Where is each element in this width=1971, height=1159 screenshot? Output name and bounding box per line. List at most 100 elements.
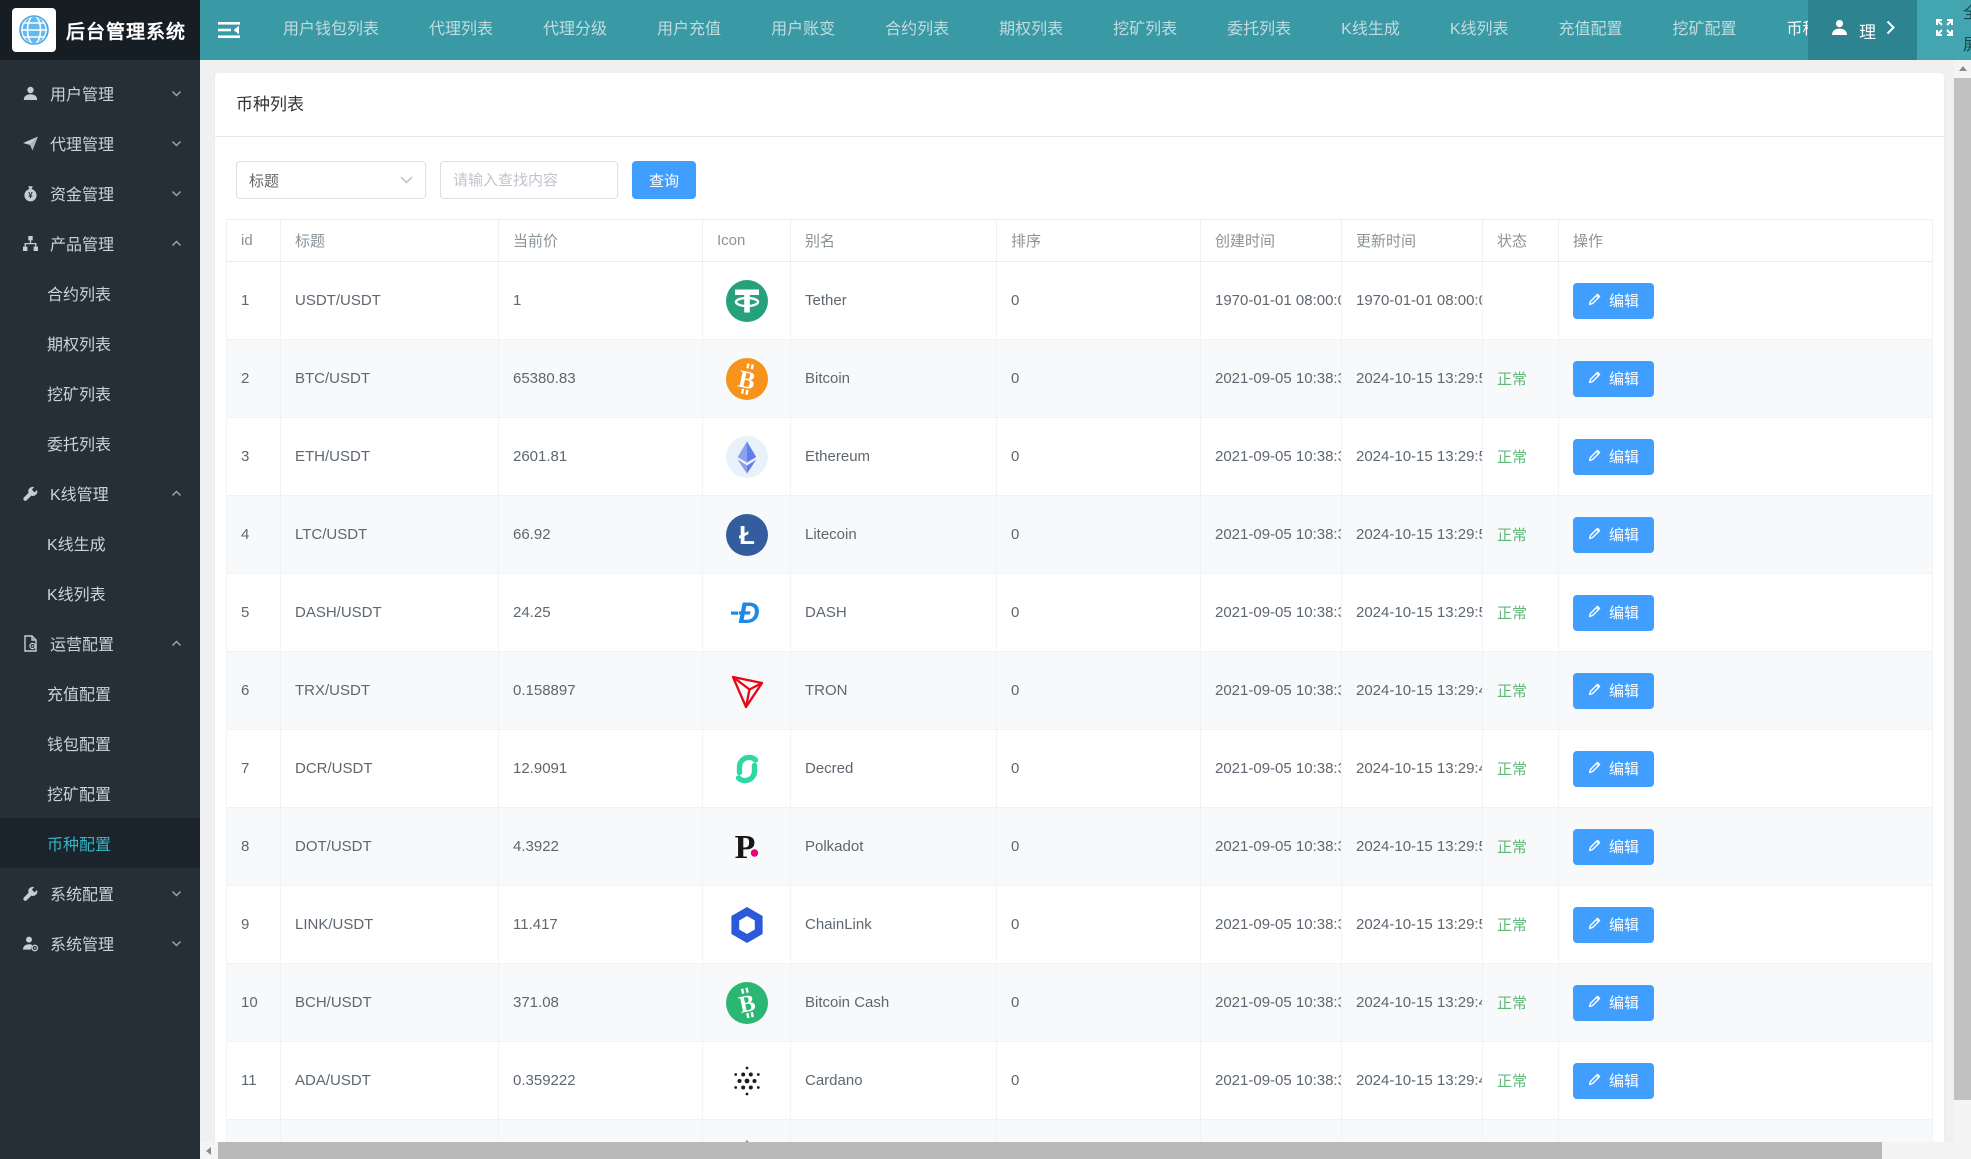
sidebar-subitem[interactable]: 委托列表 (0, 418, 200, 468)
top-tab[interactable]: 合约列表 (860, 0, 974, 60)
horizontal-scrollbar[interactable] (200, 1142, 1954, 1159)
edit-button[interactable]: 编辑 (1573, 828, 1655, 865)
polkadot-icon: P (725, 829, 769, 866)
sidebar-subitem-label: K线生成 (47, 537, 106, 554)
sidebar-item[interactable]: 系统配置 (0, 868, 200, 918)
sidebar-item[interactable]: 运营配置 (0, 618, 200, 668)
filter-field-select[interactable]: 标题 (236, 161, 426, 199)
sidebar-item[interactable]: 产品管理 (0, 218, 200, 268)
edit-button[interactable]: 编辑 (1573, 516, 1655, 553)
column-header: Icon (702, 219, 791, 262)
edit-button-label: 编辑 (1609, 293, 1640, 310)
sidebar-subitem[interactable]: 挖矿列表 (0, 368, 200, 418)
column-header: 创建时间 (1200, 219, 1342, 262)
pencil-icon (1588, 916, 1602, 934)
edit-button-label: 编辑 (1609, 761, 1640, 778)
cell-sort: 0 (996, 573, 1201, 652)
top-tab[interactable]: 代理分级 (518, 0, 632, 60)
top-tab[interactable]: 期权列表 (974, 0, 1088, 60)
edit-button[interactable]: 编辑 (1573, 594, 1655, 631)
column-header: id (226, 219, 281, 262)
sidebar-subitem-label: 委托列表 (47, 437, 112, 454)
search-button[interactable]: 查询 (632, 161, 697, 199)
sidebar-subitem[interactable]: 充值配置 (0, 668, 200, 718)
cell-updated: 2024-10-15 13:29:50 (1341, 495, 1483, 574)
edit-button[interactable]: 编辑 (1573, 282, 1655, 319)
horizontal-scrollbar-thumb[interactable] (218, 1142, 1882, 1159)
top-tab[interactable]: 币种配置× (1762, 0, 1808, 60)
sidebar-item[interactable]: K线管理 (0, 468, 200, 518)
edit-button[interactable]: 编辑 (1573, 906, 1655, 943)
page-title: 币种列表 (215, 73, 1944, 137)
edit-button-label: 编辑 (1609, 449, 1640, 466)
cell-alias: Bitcoin (790, 339, 997, 418)
status-badge: 正常 (1497, 449, 1528, 466)
edit-button[interactable]: 编辑 (1573, 672, 1655, 709)
menu-collapse-icon[interactable] (200, 0, 258, 60)
sidebar-subitem[interactable]: K线生成 (0, 518, 200, 568)
cell-price: 2601.81 (498, 417, 703, 496)
sidebar-item-label: 代理管理 (50, 137, 115, 154)
top-tab[interactable]: K线生成 (1316, 0, 1425, 60)
cell-icon (702, 1119, 791, 1142)
top-tab[interactable]: K线列表 (1425, 0, 1534, 60)
cell-created: 1970-01-01 08:00:00 (1200, 261, 1342, 340)
sidebar-item-label: 运营配置 (50, 637, 115, 654)
edit-button[interactable]: 编辑 (1573, 1062, 1655, 1099)
sidebar-item[interactable]: 用户管理 (0, 68, 200, 118)
sidebar-subitem[interactable]: 币种配置 (0, 818, 200, 868)
edit-button[interactable]: 编辑 (1573, 750, 1655, 787)
top-tab[interactable]: 用户充值 (632, 0, 746, 60)
cell-sort: 0 (996, 729, 1201, 808)
cell-price: 0.158897 (498, 651, 703, 730)
cardano-icon (725, 1066, 769, 1095)
sidebar-subitem[interactable]: 合约列表 (0, 268, 200, 318)
cell-actions: 编辑 (1558, 339, 1933, 418)
vertical-scrollbar-thumb[interactable] (1954, 78, 1971, 1100)
user-menu[interactable]: 理 (1808, 0, 1917, 60)
edit-button[interactable]: 编辑 (1573, 360, 1655, 397)
cell-title: BTC/USDT (280, 339, 499, 418)
cell-created: 2021-09-05 10:38:37 (1200, 573, 1342, 652)
top-tab[interactable]: 用户账变 (746, 0, 860, 60)
cell-created: 2021-09-05 10:38:37 (1200, 963, 1342, 1042)
scroll-left-arrow-icon[interactable] (200, 1142, 217, 1159)
cell-price: 24.25 (498, 573, 703, 652)
edit-button-label: 编辑 (1609, 605, 1640, 622)
table-row: 9 LINK/USDT 11.417 ChainLink 0 2021-09-05 10:… (226, 885, 1933, 964)
sidebar-item[interactable]: 系统管理 (0, 918, 200, 968)
sidebar-subitem-label: K线列表 (47, 587, 106, 604)
sidebar-subitem[interactable]: K线列表 (0, 568, 200, 618)
column-header: 状态 (1482, 219, 1559, 262)
top-tab[interactable]: 委托列表 (1202, 0, 1316, 60)
vertical-scrollbar[interactable] (1954, 60, 1971, 1142)
status-badge: 正常 (1497, 1073, 1528, 1090)
search-input[interactable] (440, 161, 618, 199)
sidebar-item-label: 产品管理 (50, 237, 115, 254)
cell-alias: TRON (790, 651, 997, 730)
sidebar-item[interactable]: 代理管理 (0, 118, 200, 168)
cell-actions: 编辑 (1558, 729, 1933, 808)
sidebar-item[interactable]: ¥ 资金管理 (0, 168, 200, 218)
status-badge: 正常 (1497, 371, 1528, 388)
top-tab[interactable]: 挖矿配置 (1648, 0, 1762, 60)
sidebar-subitem[interactable]: 期权列表 (0, 318, 200, 368)
edit-button[interactable]: 编辑 (1573, 438, 1655, 475)
top-tab[interactable]: 挖矿列表 (1088, 0, 1202, 60)
edit-button[interactable]: 编辑 (1573, 984, 1655, 1021)
send-icon (21, 135, 39, 152)
sidebar-subitem[interactable]: 钱包配置 (0, 718, 200, 768)
cell-title: DOT/USDT (280, 807, 499, 886)
sidebar-subitem-label: 期权列表 (47, 337, 112, 354)
cell-status: 正常 (1482, 885, 1559, 964)
top-tab[interactable]: 充值配置 (1534, 0, 1648, 60)
sidebar-subitem[interactable]: 挖矿配置 (0, 768, 200, 818)
dash-icon: Ɖ (725, 597, 769, 630)
edit-button-label: 编辑 (1609, 1073, 1640, 1090)
top-tab[interactable]: 代理列表 (404, 0, 518, 60)
top-tab[interactable]: 用户钱包列表 (258, 0, 404, 60)
status-badge: 正常 (1497, 917, 1528, 934)
cell-sort: 0 (996, 1041, 1201, 1120)
search-toolbar: 标题 查询 (215, 137, 1944, 219)
top-tab-label: 期权列表 (999, 21, 1064, 38)
